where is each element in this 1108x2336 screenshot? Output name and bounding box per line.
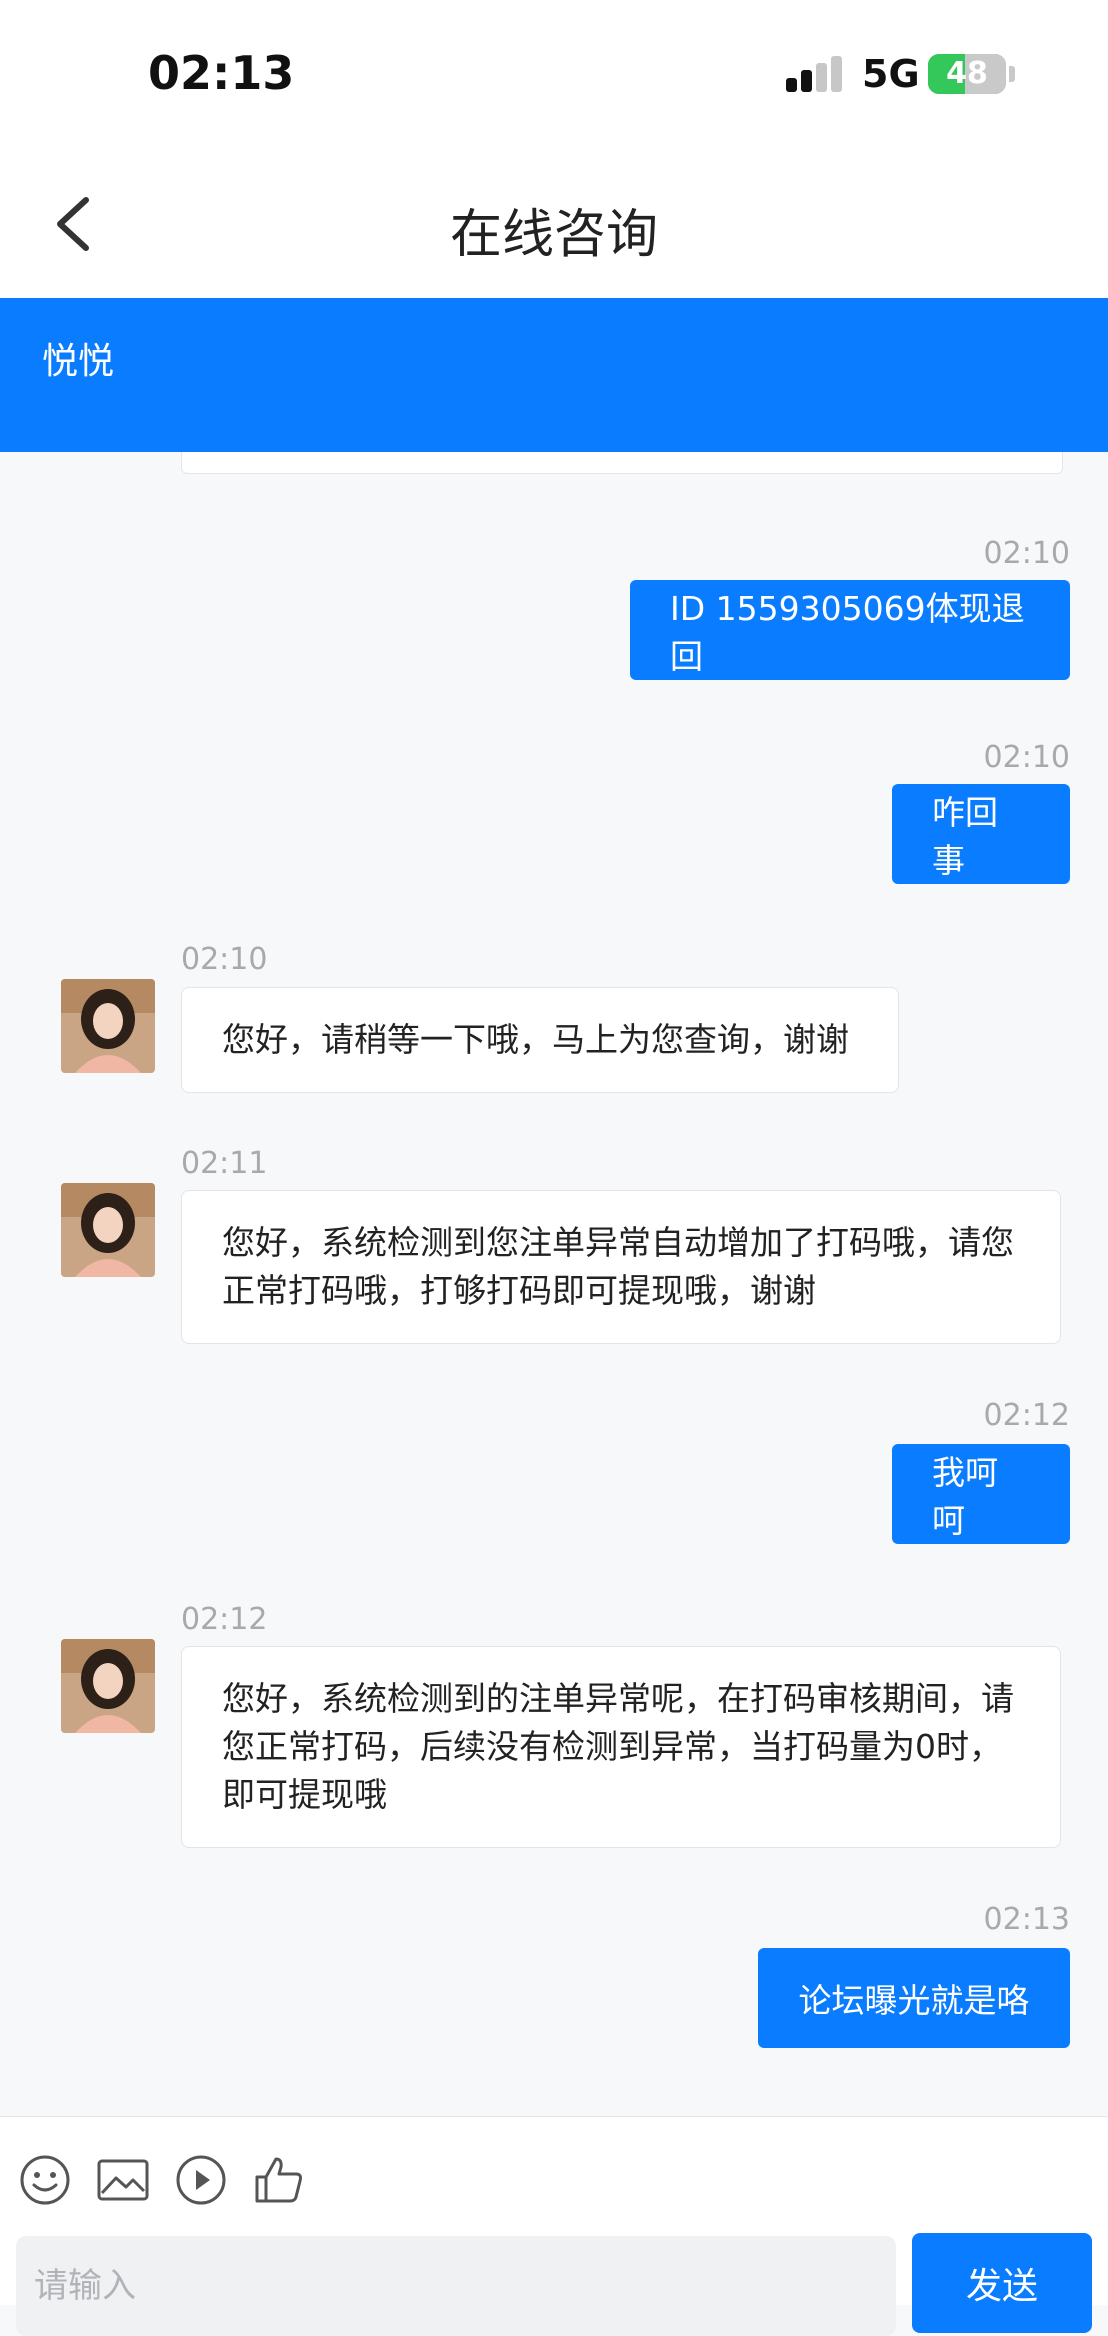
incoming-message: 您好，系统检测到您注单异常自动增加了打码哦，请您正常打码哦，打够打码即可提现哦，… [181, 1190, 1061, 1344]
message-time: 02:10 [983, 536, 1070, 571]
page-title: 在线咨询 [449, 205, 658, 265]
message-time: 02:11 [181, 1146, 268, 1181]
outgoing-message: 我呵呵 [892, 1444, 1070, 1544]
agent-header: 悦悦 [0, 298, 1108, 452]
incoming-message: 您好，请稍等一下哦，马上为您查询，谢谢 [181, 987, 899, 1093]
outgoing-message: ID 1559305069体现退回 [630, 580, 1070, 680]
message-input[interactable] [16, 2236, 896, 2336]
image-icon[interactable] [96, 2153, 150, 2207]
incoming-message: 您好，系统检测到的注单异常呢，在打码审核期间，请您正常打码，后续没有检测到异常，… [181, 1646, 1061, 1848]
previous-message-card [181, 452, 1063, 474]
network-type: 5G [862, 52, 920, 96]
agent-avatar [61, 979, 155, 1073]
agent-avatar [61, 1639, 155, 1733]
chat-area[interactable]: 02:10 ID 1559305069体现退回 02:10 咋回事 02:10 … [0, 452, 1108, 2116]
emoji-icon[interactable] [18, 2153, 72, 2207]
message-time: 02:12 [983, 1398, 1070, 1433]
message-time: 02:12 [181, 1602, 268, 1637]
message-time: 02:10 [181, 942, 268, 977]
message-time: 02:13 [983, 1902, 1070, 1937]
composer: 发送 [0, 2116, 1108, 2336]
outgoing-message: 咋回事 [892, 784, 1070, 884]
battery-level-text: 48 [946, 56, 988, 91]
status-bar: 02:13 5G 48 [0, 0, 1108, 150]
agent-avatar [61, 1183, 155, 1277]
send-button[interactable]: 发送 [912, 2233, 1092, 2333]
battery-tip [1009, 66, 1015, 82]
signal-icon [786, 56, 844, 92]
thumbs-up-icon[interactable] [252, 2153, 306, 2207]
outgoing-message: 论坛曝光就是咯 [758, 1948, 1070, 2048]
agent-name: 悦悦 [42, 341, 115, 382]
status-time: 02:13 [148, 46, 295, 100]
video-icon[interactable] [174, 2153, 228, 2207]
battery-icon: 48 [928, 54, 1006, 94]
message-time: 02:10 [983, 740, 1070, 775]
nav-bar: 在线咨询 [0, 150, 1108, 298]
